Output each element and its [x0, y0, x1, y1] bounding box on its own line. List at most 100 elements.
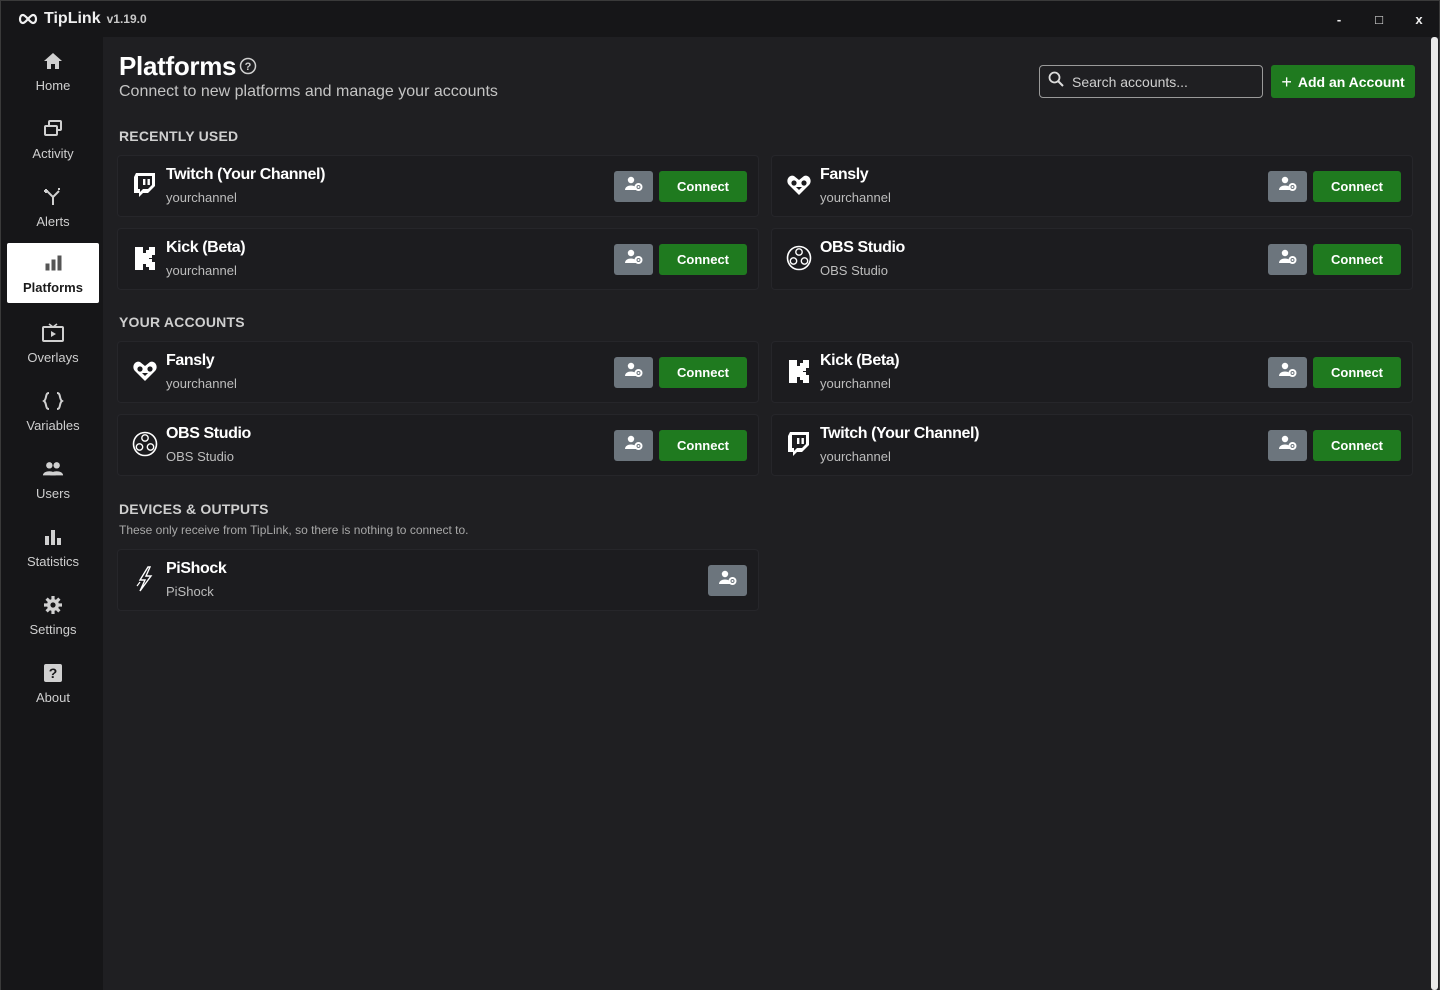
- platform-name: Fansly: [166, 352, 215, 369]
- settings-icon: [42, 594, 64, 616]
- app-name: TipLink: [44, 10, 101, 27]
- scrollbar-thumb[interactable]: [1431, 37, 1438, 990]
- user-cog-icon: [1278, 176, 1297, 197]
- kick-icon: [786, 358, 812, 384]
- svg-text:?: ?: [49, 665, 58, 681]
- statistics-icon: [42, 526, 64, 548]
- sidebar-item-overlays[interactable]: Overlays: [7, 313, 99, 373]
- sidebar-item-users[interactable]: Users: [7, 449, 99, 509]
- activity-icon: [42, 118, 64, 140]
- platform-account: yourchannel: [820, 190, 891, 205]
- connect-button[interactable]: Connect: [1313, 244, 1401, 275]
- users-icon: [42, 458, 64, 480]
- maximize-button[interactable]: □: [1359, 1, 1399, 37]
- sidebar-item-home[interactable]: Home: [7, 41, 99, 101]
- account-settings-button[interactable]: [1268, 430, 1307, 461]
- close-button[interactable]: x: [1399, 1, 1439, 37]
- alerts-icon: [42, 186, 64, 208]
- connect-button[interactable]: Connect: [659, 357, 747, 388]
- platform-account: yourchannel: [820, 376, 891, 391]
- device-name: PiShock: [166, 560, 227, 577]
- user-cog-icon: [718, 570, 737, 591]
- kick-icon: [132, 245, 158, 271]
- sidebar-item-about[interactable]: ? About: [7, 653, 99, 713]
- device-card: PiShock PiShock: [117, 549, 759, 611]
- sidebar-item-label: Settings: [29, 621, 77, 637]
- platform-name: Kick (Beta): [820, 352, 900, 369]
- add-account-button[interactable]: + Add an Account: [1271, 65, 1415, 98]
- account-settings-button[interactable]: [614, 171, 653, 202]
- platform-name: Twitch (Your Channel): [166, 166, 325, 183]
- platform-name: OBS Studio: [166, 425, 251, 442]
- search-input[interactable]: [1072, 73, 1252, 90]
- infinity-logo-icon: [17, 12, 39, 26]
- section-title-accounts: YOUR ACCOUNTS: [119, 314, 245, 330]
- minimize-button[interactable]: -: [1319, 1, 1359, 37]
- user-cog-icon: [1278, 362, 1297, 383]
- page-subtitle: Connect to new platforms and manage your…: [119, 83, 498, 100]
- platform-card: OBS Studio OBS Studio Connect: [771, 228, 1413, 290]
- connect-button[interactable]: Connect: [1313, 171, 1401, 202]
- window-controls: - □ x: [1319, 1, 1439, 37]
- sidebar-item-label: About: [36, 689, 70, 705]
- app-version: v1.19.0: [106, 12, 147, 26]
- platform-card: Twitch (Your Channel) yourchannel Connec…: [117, 155, 759, 217]
- user-cog-icon: [624, 362, 643, 383]
- main-content: Platforms ? Connect to new platforms and…: [103, 37, 1429, 990]
- platform-card: OBS Studio OBS Studio Connect: [117, 414, 759, 476]
- account-settings-button[interactable]: [614, 430, 653, 461]
- sidebar-item-statistics[interactable]: Statistics: [7, 517, 99, 577]
- section-title-devices: DEVICES & OUTPUTS: [119, 501, 269, 517]
- help-icon[interactable]: ?: [239, 57, 257, 75]
- platform-name: Kick (Beta): [166, 239, 246, 256]
- connect-button[interactable]: Connect: [659, 244, 747, 275]
- device-settings-button[interactable]: [708, 565, 747, 596]
- sidebar-item-platforms[interactable]: Platforms: [7, 243, 99, 303]
- platform-card: Fansly yourchannel Connect: [771, 155, 1413, 217]
- pishock-icon: [132, 566, 158, 592]
- device-sub: PiShock: [166, 584, 214, 599]
- title-bar: TipLink v1.19.0 - □ x: [1, 1, 1439, 37]
- sidebar-item-activity[interactable]: Activity: [7, 109, 99, 169]
- platform-account: OBS Studio: [820, 263, 888, 278]
- page-title: Platforms: [119, 51, 237, 81]
- user-cog-icon: [624, 176, 643, 197]
- sidebar-item-label: Users: [36, 485, 70, 501]
- account-settings-button[interactable]: [614, 244, 653, 275]
- search-box[interactable]: [1039, 65, 1263, 98]
- sidebar-item-label: Alerts: [36, 213, 70, 229]
- search-icon: [1048, 71, 1064, 92]
- connect-button[interactable]: Connect: [1313, 357, 1401, 388]
- user-cog-icon: [624, 435, 643, 456]
- sidebar-item-settings[interactable]: Settings: [7, 585, 99, 645]
- sidebar-item-label: Statistics: [26, 553, 79, 569]
- account-settings-button[interactable]: [1268, 357, 1307, 388]
- platform-card: Fansly yourchannel Connect: [117, 341, 759, 403]
- add-account-label: Add an Account: [1297, 73, 1405, 90]
- sidebar-item-alerts[interactable]: Alerts: [7, 177, 99, 237]
- section-title-recent: RECENTLY USED: [119, 128, 239, 144]
- sidebar: Home Activity Alerts Platforms Overlays: [1, 37, 103, 990]
- platform-card: Twitch (Your Channel) yourchannel Connec…: [771, 414, 1413, 476]
- twitch-icon: [132, 172, 158, 198]
- platform-account: yourchannel: [820, 449, 891, 464]
- account-settings-button[interactable]: [1268, 171, 1307, 202]
- platform-card: Kick (Beta) yourchannel Connect: [771, 341, 1413, 403]
- plus-icon: +: [1281, 71, 1292, 92]
- section-note-devices: These only receive from TipLink, so ther…: [119, 523, 469, 537]
- connect-button[interactable]: Connect: [659, 171, 747, 202]
- sidebar-item-variables[interactable]: Variables: [7, 381, 99, 441]
- account-settings-button[interactable]: [1268, 244, 1307, 275]
- connect-button[interactable]: Connect: [659, 430, 747, 461]
- fansly-icon: [786, 172, 812, 198]
- user-cog-icon: [1278, 435, 1297, 456]
- account-settings-button[interactable]: [614, 357, 653, 388]
- platform-account: yourchannel: [166, 376, 237, 391]
- platform-account: OBS Studio: [166, 449, 234, 464]
- overlays-icon: [42, 322, 64, 344]
- variables-icon: [42, 390, 64, 412]
- sidebar-item-label: Home: [35, 77, 71, 93]
- svg-text:?: ?: [245, 61, 252, 73]
- connect-button[interactable]: Connect: [1313, 430, 1401, 461]
- sidebar-item-label: Activity: [32, 145, 74, 161]
